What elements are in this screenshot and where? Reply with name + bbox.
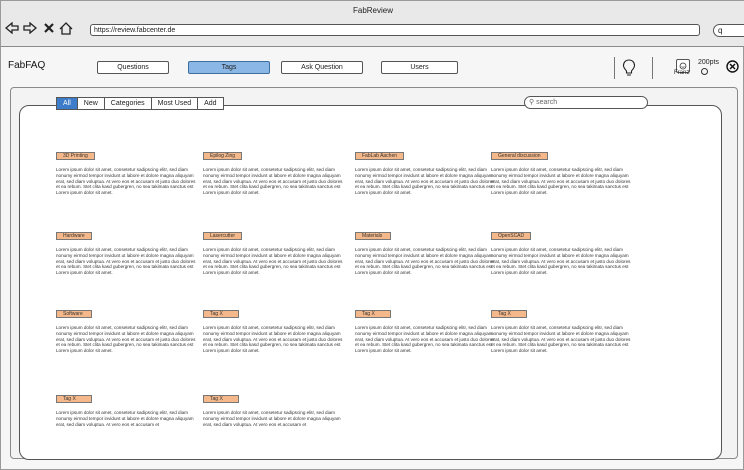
tag-card: 3D Printing Lorem ipsum dolor sit amet, … (56, 144, 206, 196)
tag-description: Lorem ipsum dolor sit amet, consetetur s… (203, 325, 343, 354)
tag-card: Hardware Lorem ipsum dolor sit amet, con… (56, 224, 206, 276)
tag-description: Lorem ipsum dolor sit amet, consetetur s… (203, 410, 341, 427)
filter-tab-add[interactable]: Add (198, 98, 223, 109)
tag-label[interactable]: Tag X (491, 310, 527, 318)
app-logo[interactable]: FabFAQ (8, 60, 45, 71)
tag-label[interactable]: Materials (355, 232, 391, 240)
tag-card: Epilog Zing Lorem ipsum dolor sit amet, … (203, 144, 353, 196)
tag-card: Tag X Lorem ipsum dolor sit amet, conset… (203, 302, 353, 354)
tag-description: Lorem ipsum dolor sit amet, consetetur s… (491, 167, 631, 196)
browser-window: FabReview https://review.fabcenter.de q … (0, 0, 744, 470)
tags-panel: 3D Printing Lorem ipsum dolor sit amet, … (19, 105, 722, 460)
scrollbar[interactable] (730, 109, 736, 439)
tag-description: Lorem ipsum dolor sit amet, consetetur s… (355, 247, 495, 276)
stop-close-icon[interactable] (42, 21, 56, 35)
header-divider (652, 57, 653, 79)
nav-users[interactable]: Users (381, 61, 458, 74)
back-arrow-icon[interactable] (5, 21, 19, 35)
tag-card: OpenSCAD Lorem ipsum dolor sit amet, con… (491, 224, 641, 276)
filter-tab-most-used[interactable]: Most Used (151, 98, 199, 109)
browser-chrome: FabReview https://review.fabcenter.de q (1, 1, 744, 47)
tag-card: Tag X Lorem ipsum dolor sit amet, conset… (355, 302, 505, 354)
tag-description: Lorem ipsum dolor sit amet, consetetur s… (203, 167, 343, 196)
tag-label[interactable]: FabLab Aachen (355, 152, 405, 160)
tag-description: Lorem ipsum dolor sit amet, consetetur s… (56, 167, 196, 196)
header-divider (614, 57, 615, 79)
nav-ask-question[interactable]: Ask Question (281, 61, 363, 74)
tag-card: Materials Lorem ipsum dolor sit amet, co… (355, 224, 505, 276)
tag-description: Lorem ipsum dolor sit amet, consetetur s… (203, 247, 343, 276)
tag-description: Lorem ipsum dolor sit amet, consetetur s… (355, 167, 495, 196)
tag-label[interactable]: Tag X (56, 395, 92, 403)
tag-description: Lorem ipsum dolor sit amet, consetetur s… (355, 325, 495, 354)
app-header: FabFAQ Questions Tags Ask Question Users… (1, 57, 744, 79)
url-bar[interactable]: https://review.fabcenter.de (90, 24, 700, 36)
tag-label[interactable]: General discussion (491, 152, 548, 160)
user-name[interactable]: Franz (674, 70, 689, 76)
tag-label[interactable]: Tag X (355, 310, 391, 318)
lightbulb-icon[interactable] (622, 59, 636, 77)
tag-card: Software Lorem ipsum dolor sit amet, con… (56, 302, 206, 354)
tag-description: Lorem ipsum dolor sit amet, consetetur s… (56, 247, 196, 276)
tag-description: Lorem ipsum dolor sit amet, consetetur s… (56, 325, 196, 354)
nav-questions[interactable]: Questions (97, 61, 169, 74)
filter-tab-all[interactable]: All (57, 98, 78, 109)
tag-description: Lorem ipsum dolor sit amet, consetetur s… (491, 325, 631, 354)
nav-tags[interactable]: Tags (188, 61, 270, 74)
tag-card: Tag X Lorem ipsum dolor sit amet, conset… (203, 387, 353, 427)
tag-label[interactable]: Hardware (56, 232, 92, 240)
tag-label[interactable]: Software (56, 310, 92, 318)
filter-tab-categories[interactable]: Categories (104, 98, 152, 109)
tag-label[interactable]: Tag X (203, 310, 239, 318)
filter-tab-new[interactable]: New (77, 98, 105, 109)
tag-description: Lorem ipsum dolor sit amet, consetetur s… (56, 410, 194, 427)
coin-icon (701, 68, 708, 75)
forward-arrow-icon[interactable] (23, 21, 37, 35)
tag-label[interactable]: OpenSCAD (491, 232, 532, 240)
filter-tabs: All New Categories Most Used Add (56, 97, 224, 110)
tag-search-input[interactable]: ⚲ search (524, 96, 648, 109)
tag-card: Tag X Lorem ipsum dolor sit amet, conset… (491, 302, 641, 354)
tag-label[interactable]: Tag X (203, 395, 239, 403)
window-title: FabReview (352, 6, 393, 15)
browser-search-input[interactable]: q (713, 24, 744, 37)
tag-card: Lasercutter Lorem ipsum dolor sit amet, … (203, 224, 353, 276)
tag-card: Tag X Lorem ipsum dolor sit amet, conset… (56, 387, 206, 427)
user-points: 200pts (698, 59, 720, 66)
tag-label[interactable]: Lasercutter (203, 232, 243, 240)
close-circle-icon[interactable] (726, 60, 739, 75)
tag-card: FabLab Aachen Lorem ipsum dolor sit amet… (355, 144, 505, 196)
tag-label[interactable]: Epilog Zing (203, 152, 243, 160)
tag-card: General discussion Lorem ipsum dolor sit… (491, 144, 641, 196)
home-icon[interactable] (59, 21, 73, 35)
tag-description: Lorem ipsum dolor sit amet, consetetur s… (491, 247, 631, 276)
tag-label[interactable]: 3D Printing (56, 152, 95, 160)
search-placeholder: search (536, 99, 558, 106)
